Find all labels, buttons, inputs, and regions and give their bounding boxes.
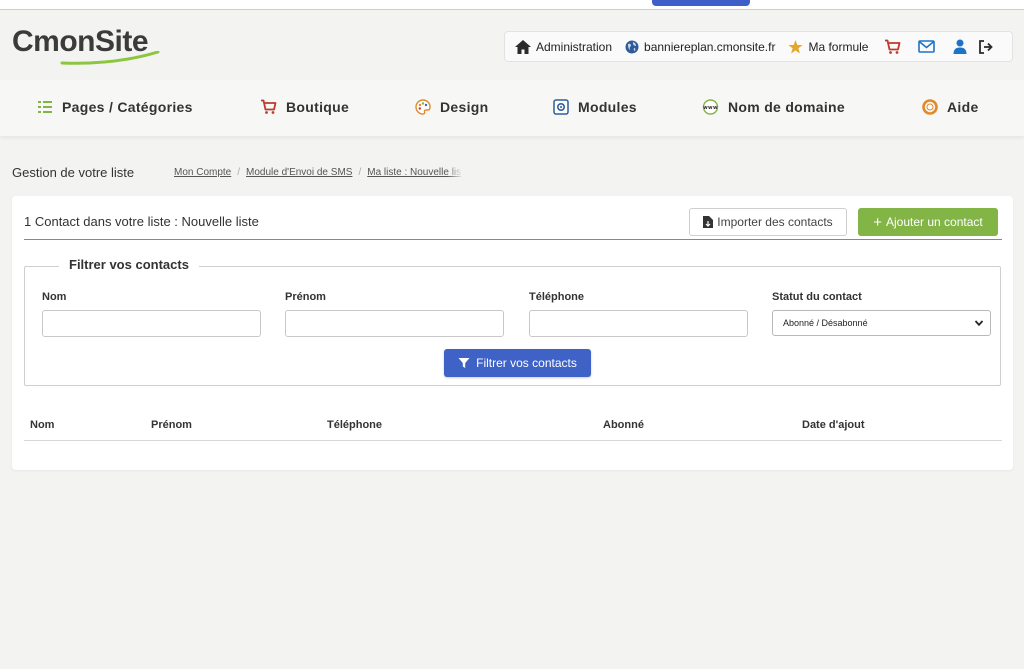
- telephone-label: Téléphone: [529, 291, 585, 303]
- cart-icon: [884, 39, 901, 54]
- logout-icon: [979, 39, 994, 54]
- user-button[interactable]: [949, 36, 971, 58]
- nav-label-boutique: Boutique: [286, 99, 350, 115]
- funnel-icon: [458, 358, 470, 368]
- table-header-telephone[interactable]: Téléphone: [327, 419, 382, 431]
- file-import-icon: [703, 216, 714, 228]
- nav-item-domain[interactable]: www Nom de domaine: [702, 99, 845, 115]
- filter-panel: Filtrer vos contacts Nom Prénom Téléphon…: [24, 257, 1001, 386]
- pages-list-icon: [38, 101, 52, 113]
- main-nav: Pages / Catégories Boutique Design Modul…: [0, 80, 1024, 136]
- filter-contacts-button[interactable]: Filtrer vos contacts: [444, 349, 591, 377]
- mail-button[interactable]: [915, 36, 937, 58]
- breadcrumb-account[interactable]: Mon Compte: [174, 167, 231, 178]
- plus-icon: +: [873, 213, 883, 231]
- prenom-input[interactable]: [285, 310, 504, 337]
- admin-label: Administration: [536, 39, 613, 54]
- lifebuoy-icon: [922, 99, 938, 115]
- site-link[interactable]: banniereplan.cmonsite.fr: [625, 40, 775, 54]
- table-header-prenom[interactable]: Prénom: [151, 419, 192, 431]
- breadcrumb-current-list[interactable]: Ma liste : Nouvelle lis: [367, 167, 464, 181]
- import-contacts-label: Importer des contacts: [717, 215, 833, 229]
- nav-label-domain: Nom de domaine: [728, 99, 845, 115]
- chevron-down-icon: [974, 320, 984, 327]
- gear-icon: [553, 99, 569, 115]
- nav-item-pages[interactable]: Pages / Catégories: [37, 99, 193, 115]
- table-header-divider: [24, 440, 1002, 441]
- mail-icon: [918, 40, 935, 53]
- cart-button[interactable]: [881, 36, 903, 58]
- account-toolbar: Administration banniereplan.cmonsite.fr …: [504, 31, 1013, 62]
- top-tab[interactable]: [652, 0, 750, 6]
- add-contact-button[interactable]: + Ajouter un contact: [858, 208, 998, 236]
- nav-item-boutique[interactable]: Boutique: [260, 99, 349, 115]
- nav-item-design[interactable]: Design: [415, 99, 488, 115]
- plan-link[interactable]: Ma formule: [788, 39, 869, 54]
- site-label: banniereplan.cmonsite.fr: [644, 39, 776, 54]
- nav-label-modules: Modules: [578, 99, 637, 115]
- card-divider: [24, 239, 1002, 240]
- nav-item-aide[interactable]: Aide: [922, 99, 979, 115]
- breadcrumb-separator: /: [237, 167, 241, 178]
- svg-text:www: www: [703, 105, 718, 111]
- home-icon: [515, 39, 531, 54]
- nav-label-pages: Pages / Catégories: [62, 99, 193, 115]
- table-header-date-ajout[interactable]: Date d'ajout: [802, 419, 865, 431]
- nom-input[interactable]: [42, 310, 261, 337]
- nav-label-design: Design: [440, 99, 489, 115]
- statut-label: Statut du contact: [772, 291, 862, 303]
- table-header-abonne[interactable]: Abonné: [603, 419, 644, 431]
- statut-selected-value: Abonné / Désabonné: [783, 318, 868, 328]
- breadcrumb-separator: /: [358, 167, 362, 178]
- contacts-card: 1 Contact dans votre liste : Nouvelle li…: [12, 196, 1013, 470]
- nav-label-aide: Aide: [947, 99, 979, 115]
- logout-button[interactable]: [975, 36, 997, 58]
- cart-icon: [261, 99, 277, 114]
- breadcrumb: Mon Compte / Module d'Envoi de SMS / Ma …: [174, 167, 464, 181]
- filter-contacts-label: Filtrer vos contacts: [476, 356, 577, 370]
- admin-link[interactable]: Administration: [515, 39, 613, 54]
- plan-label: Ma formule: [808, 39, 869, 54]
- star-icon: [788, 39, 804, 53]
- top-strip: [0, 0, 1024, 10]
- prenom-label: Prénom: [285, 291, 326, 303]
- table-header-nom[interactable]: Nom: [30, 419, 54, 431]
- page-title: Gestion de votre liste: [12, 165, 135, 180]
- card-title: 1 Contact dans votre liste : Nouvelle li…: [24, 214, 259, 229]
- import-contacts-button[interactable]: Importer des contacts: [689, 208, 847, 236]
- palette-icon: [415, 99, 431, 115]
- globe-icon: [625, 40, 639, 53]
- nav-item-modules[interactable]: Modules: [553, 99, 637, 115]
- nom-label: Nom: [42, 291, 67, 303]
- add-contact-label: Ajouter un contact: [886, 215, 983, 229]
- logo-swoosh-icon: [60, 51, 160, 65]
- statut-select[interactable]: Abonné / Désabonné: [772, 310, 991, 336]
- telephone-input[interactable]: [529, 310, 748, 337]
- header: CmonSite Administration banniereplan.cmo…: [0, 11, 1024, 79]
- www-icon: www: [702, 99, 719, 115]
- breadcrumb-sms-module[interactable]: Module d'Envoi de SMS: [246, 167, 352, 178]
- filter-legend: Filtrer vos contacts: [59, 257, 199, 272]
- user-icon: [953, 39, 967, 54]
